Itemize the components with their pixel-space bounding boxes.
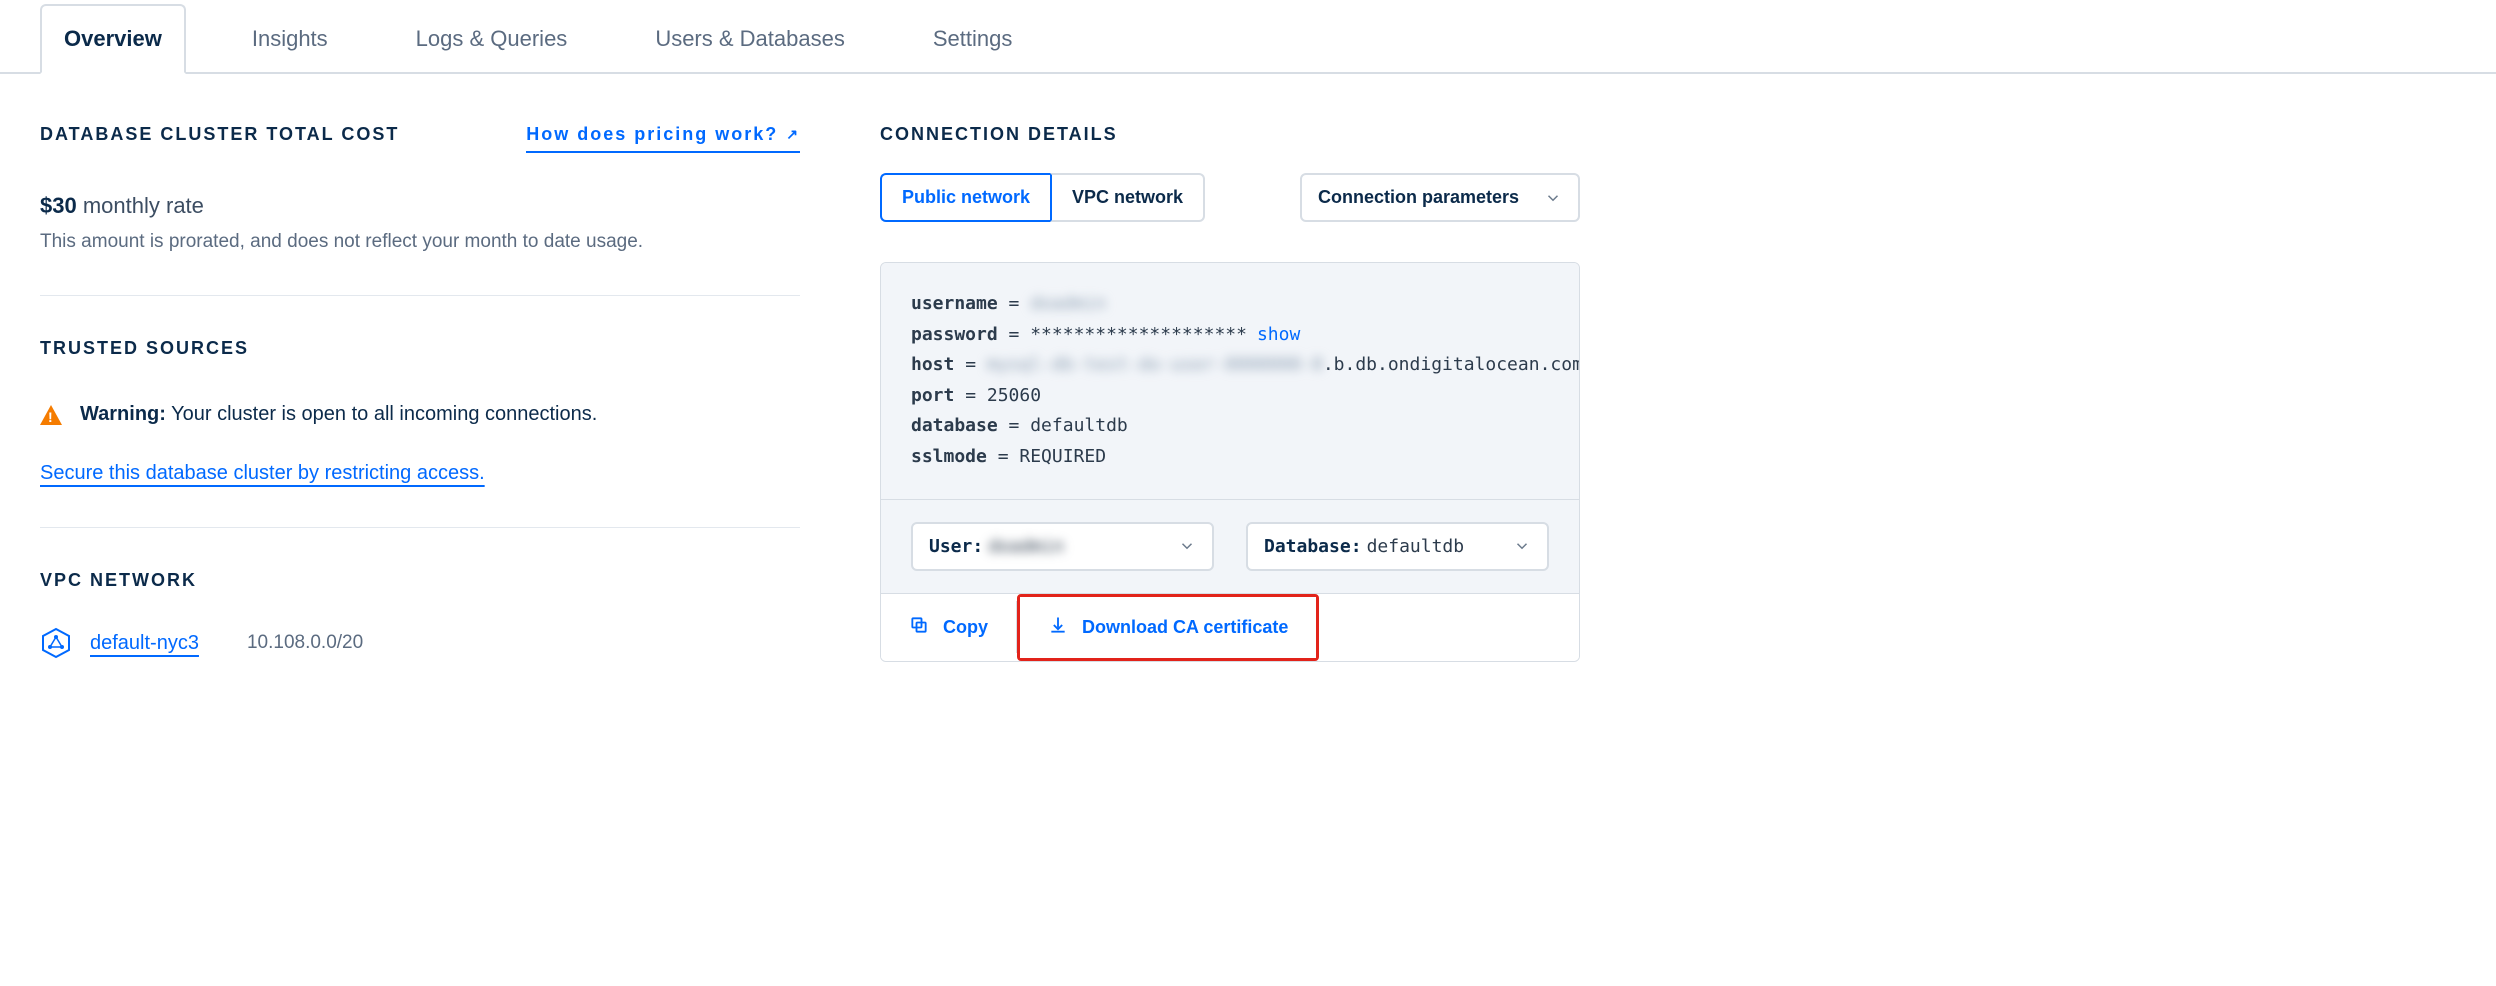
pricing-help-label: How does pricing work? xyxy=(526,124,778,145)
tabs-bar: Overview Insights Logs & Queries Users &… xyxy=(0,0,2496,74)
download-ca-certificate-button[interactable]: Download CA certificate xyxy=(1020,597,1316,658)
chevron-down-icon xyxy=(1513,537,1531,555)
warning-label: Warning: xyxy=(80,403,166,425)
copy-icon xyxy=(909,615,929,640)
tab-insights[interactable]: Insights xyxy=(230,6,350,72)
connection-parameters-label: Connection parameters xyxy=(1318,187,1519,208)
database-select-value: defaultdb xyxy=(1367,536,1465,557)
connection-code: username = doadmin password = **********… xyxy=(881,263,1579,500)
user-select[interactable]: User: doadmin xyxy=(911,522,1214,571)
warning-icon xyxy=(40,405,62,425)
network-segmented-control: Public network VPC network xyxy=(880,173,1205,222)
database-select-label: Database: xyxy=(1264,536,1362,557)
vpc-icon xyxy=(40,627,72,659)
username-value: doadmin xyxy=(1030,289,1106,320)
tab-overview[interactable]: Overview xyxy=(40,4,186,74)
host-blur: mysql-db-test-do-user-0000000-0 xyxy=(987,350,1323,381)
connection-parameters-dropdown[interactable]: Connection parameters xyxy=(1300,173,1580,222)
vpc-network-link[interactable]: default-nyc3 xyxy=(90,632,199,655)
username-key: username xyxy=(911,289,998,320)
database-value: defaultdb xyxy=(1030,411,1128,442)
trusted-sources-title: TRUSTED SOURCES xyxy=(40,338,800,359)
password-key: password xyxy=(911,320,998,351)
connection-box: username = doadmin password = **********… xyxy=(880,262,1580,662)
vpc-network-title: VPC NETWORK xyxy=(40,570,800,591)
pricing-help-link[interactable]: How does pricing work? ↗ xyxy=(526,124,800,153)
divider xyxy=(40,295,800,296)
password-mask: ******************** xyxy=(1030,320,1247,351)
host-suffix: .b.db.ondigitalocean.com xyxy=(1323,350,1580,381)
port-key: port xyxy=(911,381,954,412)
sslmode-value: REQUIRED xyxy=(1019,442,1106,473)
warning-text-value: Your cluster is open to all incoming con… xyxy=(171,403,597,425)
download-ca-label: Download CA certificate xyxy=(1082,617,1288,638)
external-link-icon: ↗ xyxy=(786,126,800,143)
user-select-value: doadmin xyxy=(988,536,1064,557)
cost-amount: $30 monthly rate xyxy=(40,193,800,219)
vpc-cidr: 10.108.0.0/20 xyxy=(247,632,363,654)
chevron-down-icon xyxy=(1544,189,1562,207)
cost-prorated-note: This amount is prorated, and does not re… xyxy=(40,231,800,253)
cost-value: $30 xyxy=(40,193,77,218)
public-network-button[interactable]: Public network xyxy=(880,173,1050,222)
database-select[interactable]: Database: defaultdb xyxy=(1246,522,1549,571)
secure-cluster-link[interactable]: Secure this database cluster by restrict… xyxy=(40,462,485,485)
tab-logs-queries[interactable]: Logs & Queries xyxy=(394,6,590,72)
host-key: host xyxy=(911,350,954,381)
connection-details-title: CONNECTION DETAILS xyxy=(880,124,1580,145)
cost-title: DATABASE CLUSTER TOTAL COST xyxy=(40,124,399,145)
trusted-warning: Warning: Your cluster is open to all inc… xyxy=(40,403,800,426)
chevron-down-icon xyxy=(1178,537,1196,555)
database-key: database xyxy=(911,411,998,442)
copy-label: Copy xyxy=(943,617,988,638)
divider xyxy=(40,527,800,528)
vpc-network-button[interactable]: VPC network xyxy=(1050,173,1205,222)
password-show-link[interactable]: show xyxy=(1257,320,1300,351)
sslmode-key: sslmode xyxy=(911,442,987,473)
cost-rate-label: monthly rate xyxy=(83,193,204,218)
user-select-label: User: xyxy=(929,536,983,557)
copy-button[interactable]: Copy xyxy=(881,597,1016,658)
tab-settings[interactable]: Settings xyxy=(911,6,1035,72)
download-icon xyxy=(1048,615,1068,640)
tab-users-databases[interactable]: Users & Databases xyxy=(633,6,867,72)
port-value: 25060 xyxy=(987,381,1041,412)
